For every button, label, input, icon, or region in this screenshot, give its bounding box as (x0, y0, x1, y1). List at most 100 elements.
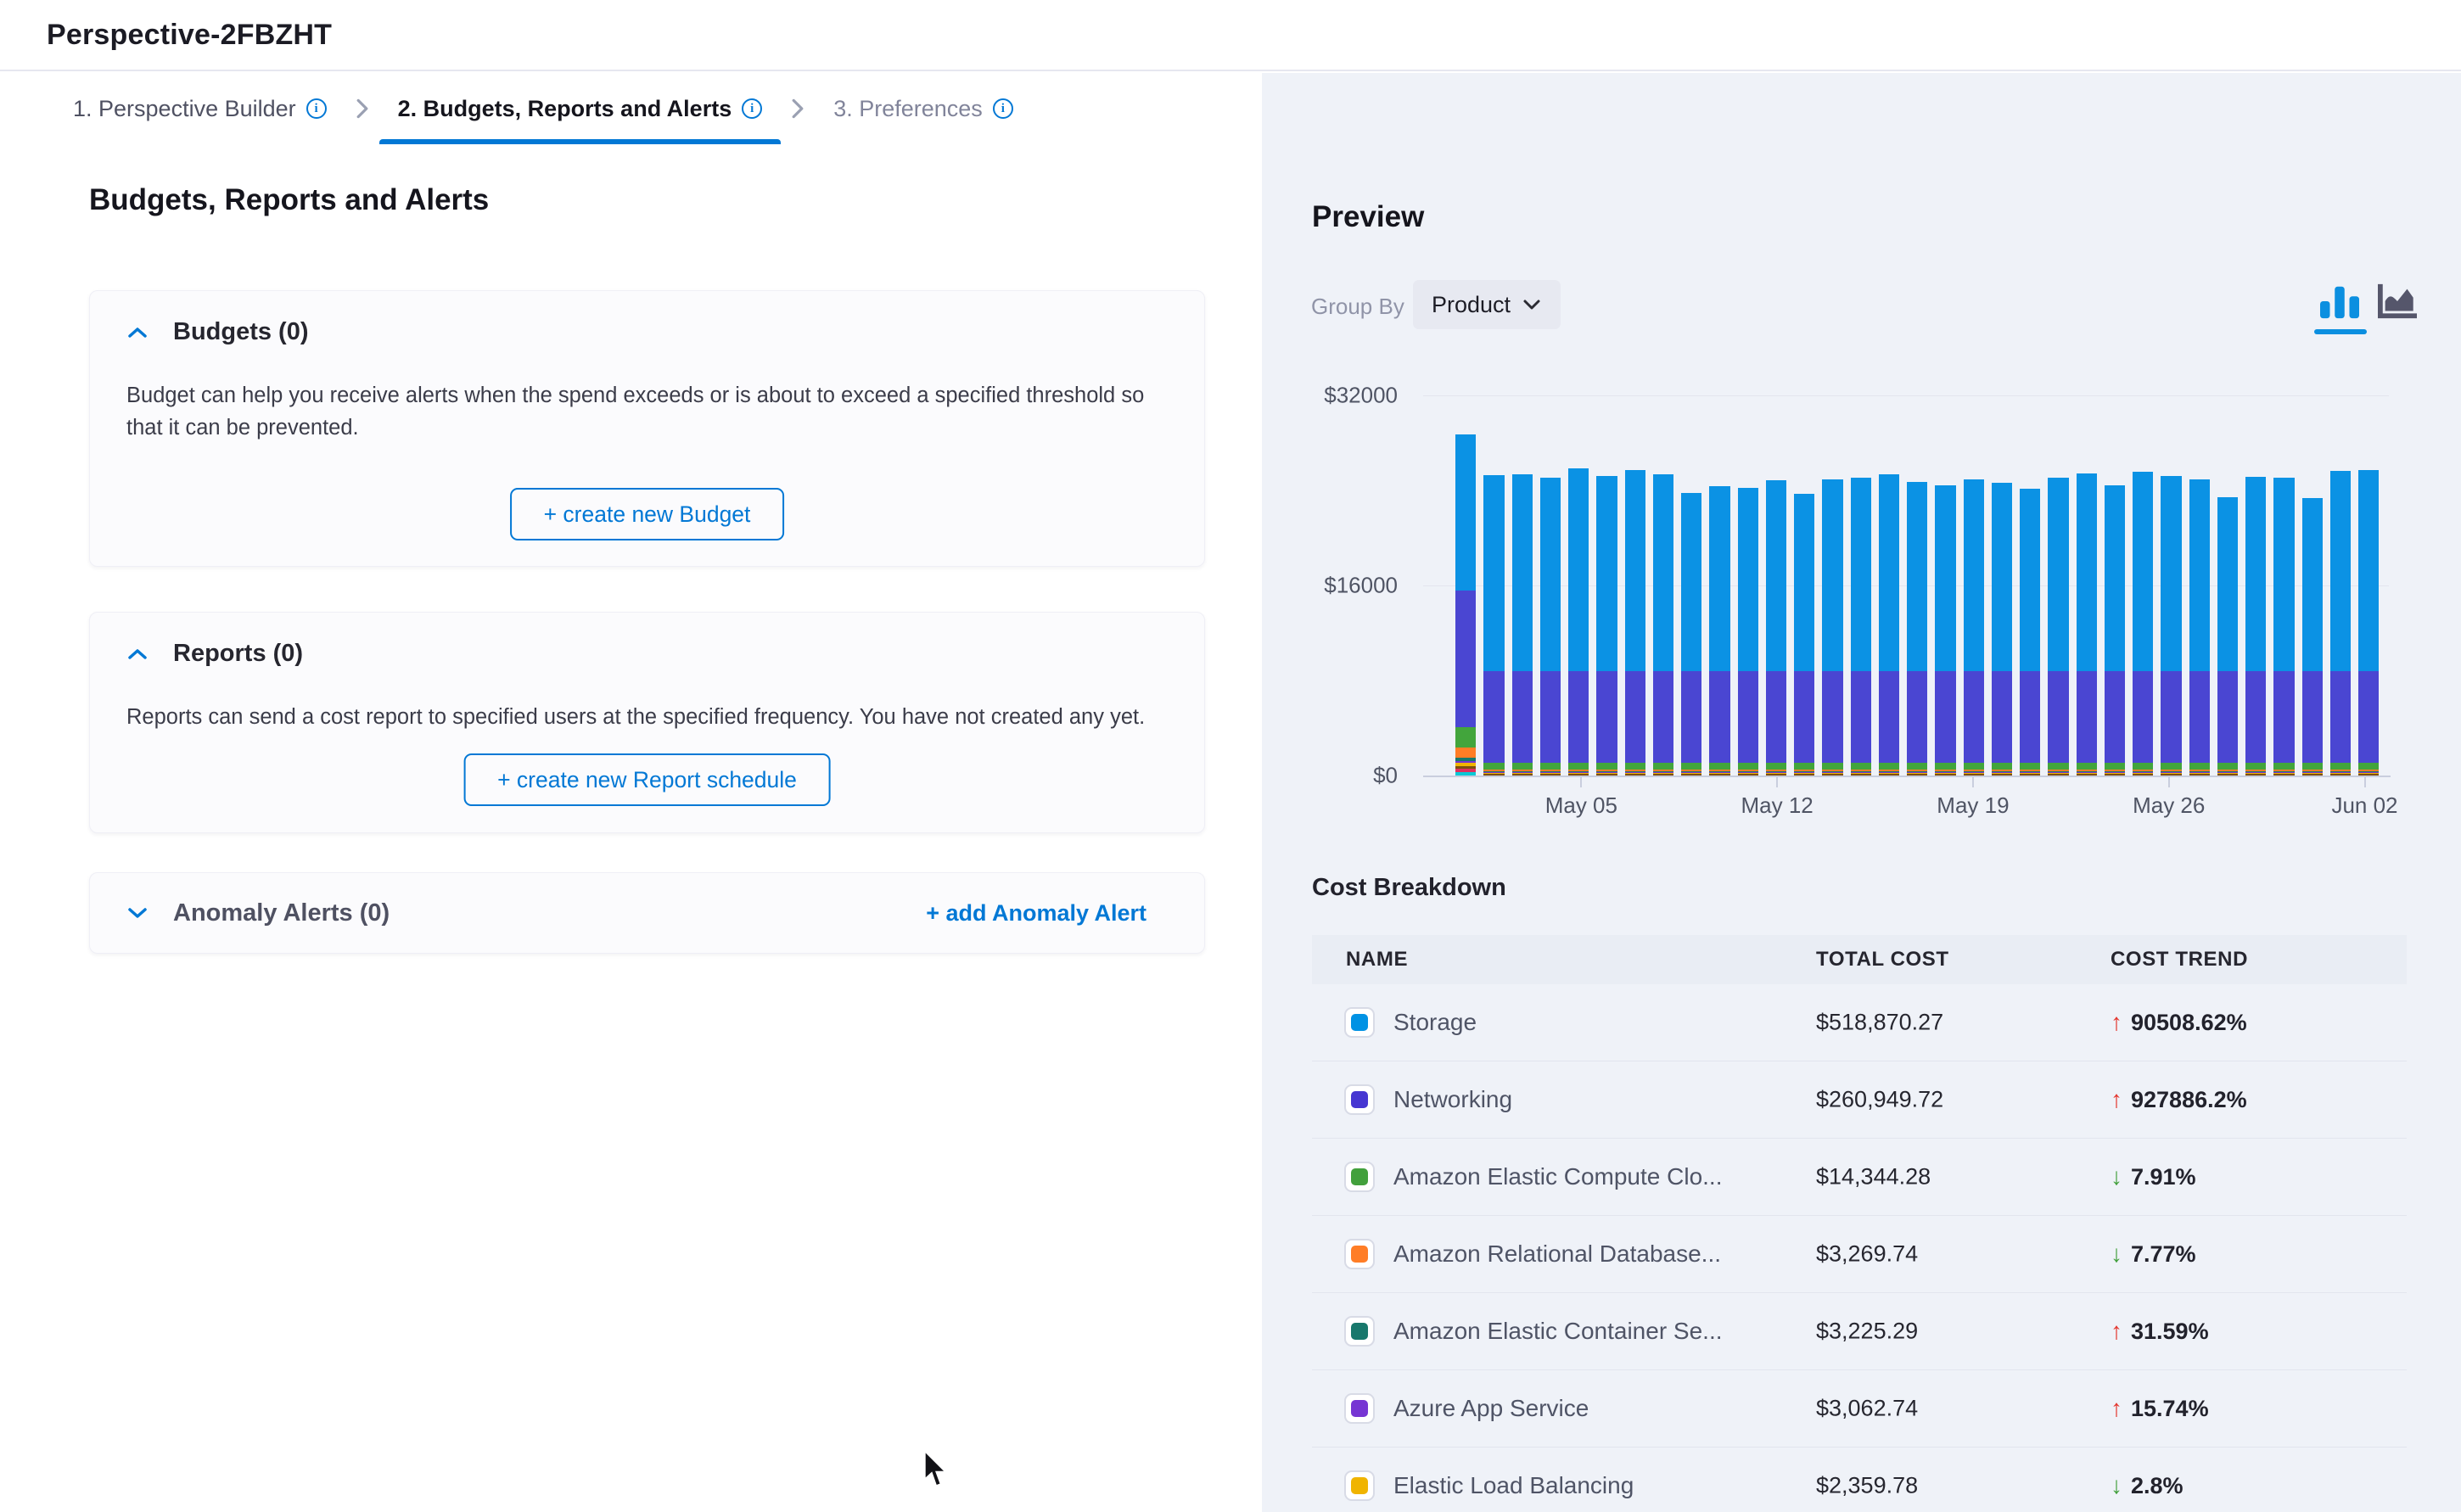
stacked-bar[interactable] (1851, 395, 1871, 776)
bar-segment (1822, 763, 1842, 770)
series-color-swatch (1344, 1007, 1375, 1038)
cost-breakdown-row[interactable]: Networking$260,949.72↑927886.2% (1312, 1061, 2407, 1139)
tab-preferences[interactable]: 3. Preferences (813, 73, 1034, 144)
stacked-bar[interactable] (2330, 395, 2351, 776)
stacked-bar[interactable] (1512, 395, 1533, 776)
cost-breakdown-row[interactable]: Elastic Load Balancing$2,359.78↓2.8% (1312, 1448, 2407, 1512)
bar-segment (1907, 763, 1927, 770)
stacked-bar[interactable] (1879, 395, 1899, 776)
bar-segment (2217, 774, 2238, 776)
stacked-bar[interactable] (1964, 395, 1984, 776)
stacked-bar[interactable] (1540, 395, 1561, 776)
trend-up-arrow-icon: ↑ (2111, 1318, 2122, 1345)
tab-label: 3. Preferences (833, 96, 983, 122)
stacked-bar[interactable] (1992, 395, 2012, 776)
group-by-select[interactable]: Product (1413, 280, 1561, 329)
cost-breakdown-row[interactable]: Storage$518,870.27↑90508.62% (1312, 984, 2407, 1061)
bar-segment (2245, 671, 2266, 764)
stacked-bar[interactable] (2133, 395, 2153, 776)
bar-segment (2189, 774, 2210, 776)
stacked-bar[interactable] (1907, 395, 1927, 776)
stacked-bar[interactable] (2105, 395, 2125, 776)
trend-percent: 15.74% (2131, 1396, 2209, 1422)
series-color-swatch (1344, 1316, 1375, 1347)
collapse-chevron-up-icon[interactable] (127, 326, 148, 339)
bar-segment (2105, 763, 2125, 770)
stacked-bar[interactable] (1681, 395, 1701, 776)
bar-segment (1512, 763, 1533, 770)
bar-segment (2358, 763, 2379, 770)
stacked-bar[interactable] (1766, 395, 1786, 776)
chevron-down-icon (1522, 299, 1541, 311)
stacked-bar[interactable] (2302, 395, 2323, 776)
tab-perspective-builder[interactable]: 1. Perspective Builder (53, 73, 347, 144)
info-icon[interactable] (306, 98, 327, 119)
stacked-bar[interactable] (1709, 395, 1729, 776)
reports-card-title: Reports (0) (173, 640, 303, 668)
bar-segment (1822, 479, 1842, 671)
info-icon[interactable] (742, 98, 762, 119)
stacked-bar[interactable] (2273, 395, 2294, 776)
chevron-right-icon (791, 98, 804, 120)
bar-segment (1794, 671, 1814, 764)
collapse-chevron-up-icon[interactable] (127, 647, 148, 661)
stacked-bar[interactable] (2358, 395, 2379, 776)
mouse-cursor (922, 1449, 950, 1490)
row-name: Networking (1393, 1086, 1512, 1113)
bar-segment (2048, 774, 2068, 776)
trend-percent: 2.8% (2131, 1473, 2184, 1499)
cost-breakdown-row[interactable]: Azure App Service$3,062.74↑15.74% (1312, 1370, 2407, 1448)
bar-segment (2133, 763, 2153, 770)
bar-segment (1540, 774, 1561, 776)
bar-segment (1681, 763, 1701, 770)
anomaly-alerts-card: Anomaly Alerts (0) + add Anomaly Alert (89, 872, 1205, 954)
bar-segment (2161, 763, 2181, 770)
stacked-bar[interactable] (2217, 395, 2238, 776)
bar-segment (2048, 478, 2068, 671)
stacked-bar[interactable] (1625, 395, 1645, 776)
bar-segment (1935, 671, 1955, 764)
bar-segment (1794, 763, 1814, 770)
stacked-bar[interactable] (1483, 395, 1504, 776)
stacked-bar[interactable] (2245, 395, 2266, 776)
series-color-swatch (1344, 1239, 1375, 1269)
add-anomaly-alert-link[interactable]: + add Anomaly Alert (926, 900, 1146, 927)
bar-segment (1625, 774, 1645, 776)
stacked-bar[interactable] (2048, 395, 2068, 776)
cost-breakdown-row[interactable]: Amazon Relational Database...$3,269.74↓7… (1312, 1216, 2407, 1293)
row-total-cost: $3,062.74 (1816, 1396, 1918, 1422)
create-report-button[interactable]: + create new Report schedule (463, 753, 831, 806)
bar-segment (1625, 470, 1645, 671)
area-chart-toggle-icon[interactable] (2375, 282, 2419, 321)
bar-segment (1992, 483, 2012, 671)
bar-segment (1935, 763, 1955, 770)
tab-budgets-reports-alerts[interactable]: 2. Budgets, Reports and Alerts (378, 73, 783, 144)
x-axis-tick (1580, 777, 1582, 787)
cost-breakdown-rows: Storage$518,870.27↑90508.62%Networking$2… (1312, 984, 2407, 1512)
stacked-bar[interactable] (2077, 395, 2097, 776)
expand-chevron-down-icon[interactable] (127, 906, 148, 920)
bar-segment (1455, 748, 1476, 758)
bar-segment (1709, 671, 1729, 764)
cost-breakdown-row[interactable]: Amazon Elastic Container Se...$3,225.29↑… (1312, 1293, 2407, 1370)
stacked-bar[interactable] (1653, 395, 1673, 776)
stacked-bar[interactable] (1935, 395, 1955, 776)
stacked-bar[interactable] (1738, 395, 1758, 776)
stacked-bar[interactable] (2020, 395, 2040, 776)
bar-segment (1653, 474, 1673, 671)
row-cost-trend: ↓2.8% (2111, 1472, 2184, 1499)
x-axis-tick (1972, 777, 1974, 787)
row-cost-trend: ↑31.59% (2111, 1318, 2209, 1345)
stacked-bar[interactable] (1794, 395, 1814, 776)
stacked-bar[interactable] (1455, 395, 1476, 776)
cost-breakdown-row[interactable]: Amazon Elastic Compute Clo...$14,344.28↓… (1312, 1139, 2407, 1216)
bar-chart-toggle-icon[interactable] (2318, 282, 2362, 321)
bar-chart-active-underline (2314, 329, 2367, 334)
info-icon[interactable] (993, 98, 1013, 119)
create-budget-button[interactable]: + create new Budget (510, 488, 785, 540)
stacked-bar[interactable] (1568, 395, 1589, 776)
stacked-bar[interactable] (2189, 395, 2210, 776)
stacked-bar[interactable] (1822, 395, 1842, 776)
stacked-bar[interactable] (1596, 395, 1617, 776)
stacked-bar[interactable] (2161, 395, 2181, 776)
